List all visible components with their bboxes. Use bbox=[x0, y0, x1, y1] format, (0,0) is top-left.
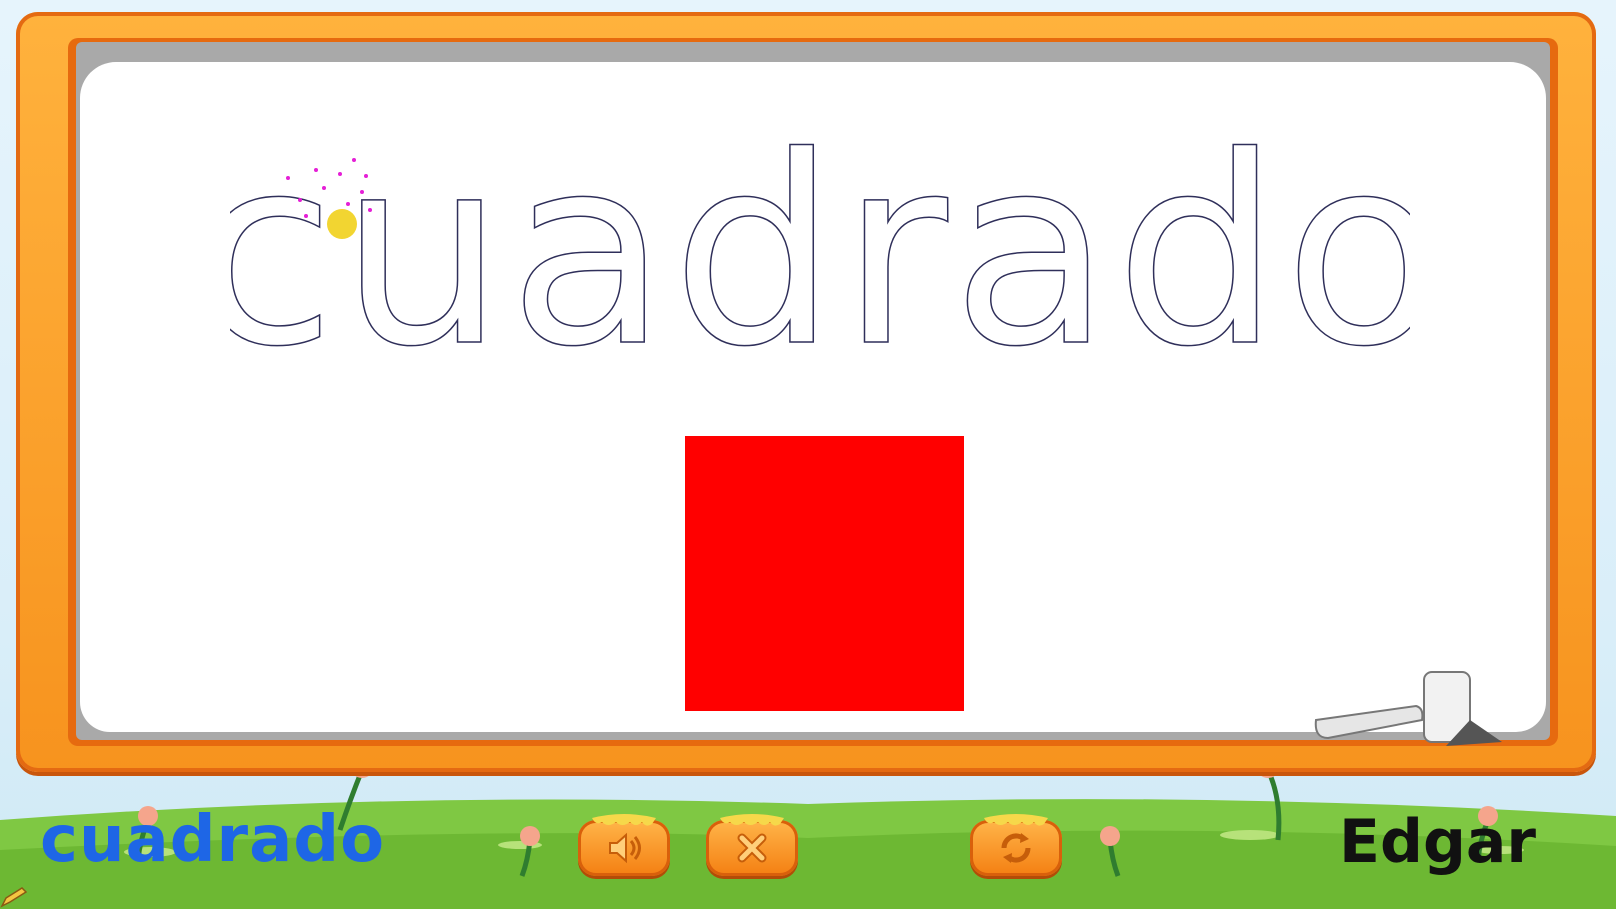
chalk-eraser-icon bbox=[1314, 671, 1502, 746]
tracing-word-text: cuadrado bbox=[230, 130, 1410, 370]
pencil-icon[interactable] bbox=[0, 886, 28, 908]
honey-drip-icon bbox=[592, 814, 656, 826]
honey-drip-icon bbox=[720, 814, 784, 826]
tracer-dot[interactable] bbox=[327, 209, 357, 239]
player-name: Edgar bbox=[1339, 807, 1536, 877]
speaker-icon bbox=[609, 832, 641, 864]
close-button[interactable] bbox=[706, 814, 798, 876]
replay-button[interactable] bbox=[970, 814, 1062, 876]
shape-square bbox=[685, 436, 964, 711]
close-x-icon bbox=[737, 833, 767, 863]
honey-drip-icon bbox=[984, 814, 1048, 826]
word-label: cuadrado bbox=[40, 803, 386, 877]
tracing-word[interactable]: cuadrado bbox=[230, 130, 1410, 370]
sound-button[interactable] bbox=[578, 814, 670, 876]
replay-icon bbox=[1001, 833, 1031, 863]
